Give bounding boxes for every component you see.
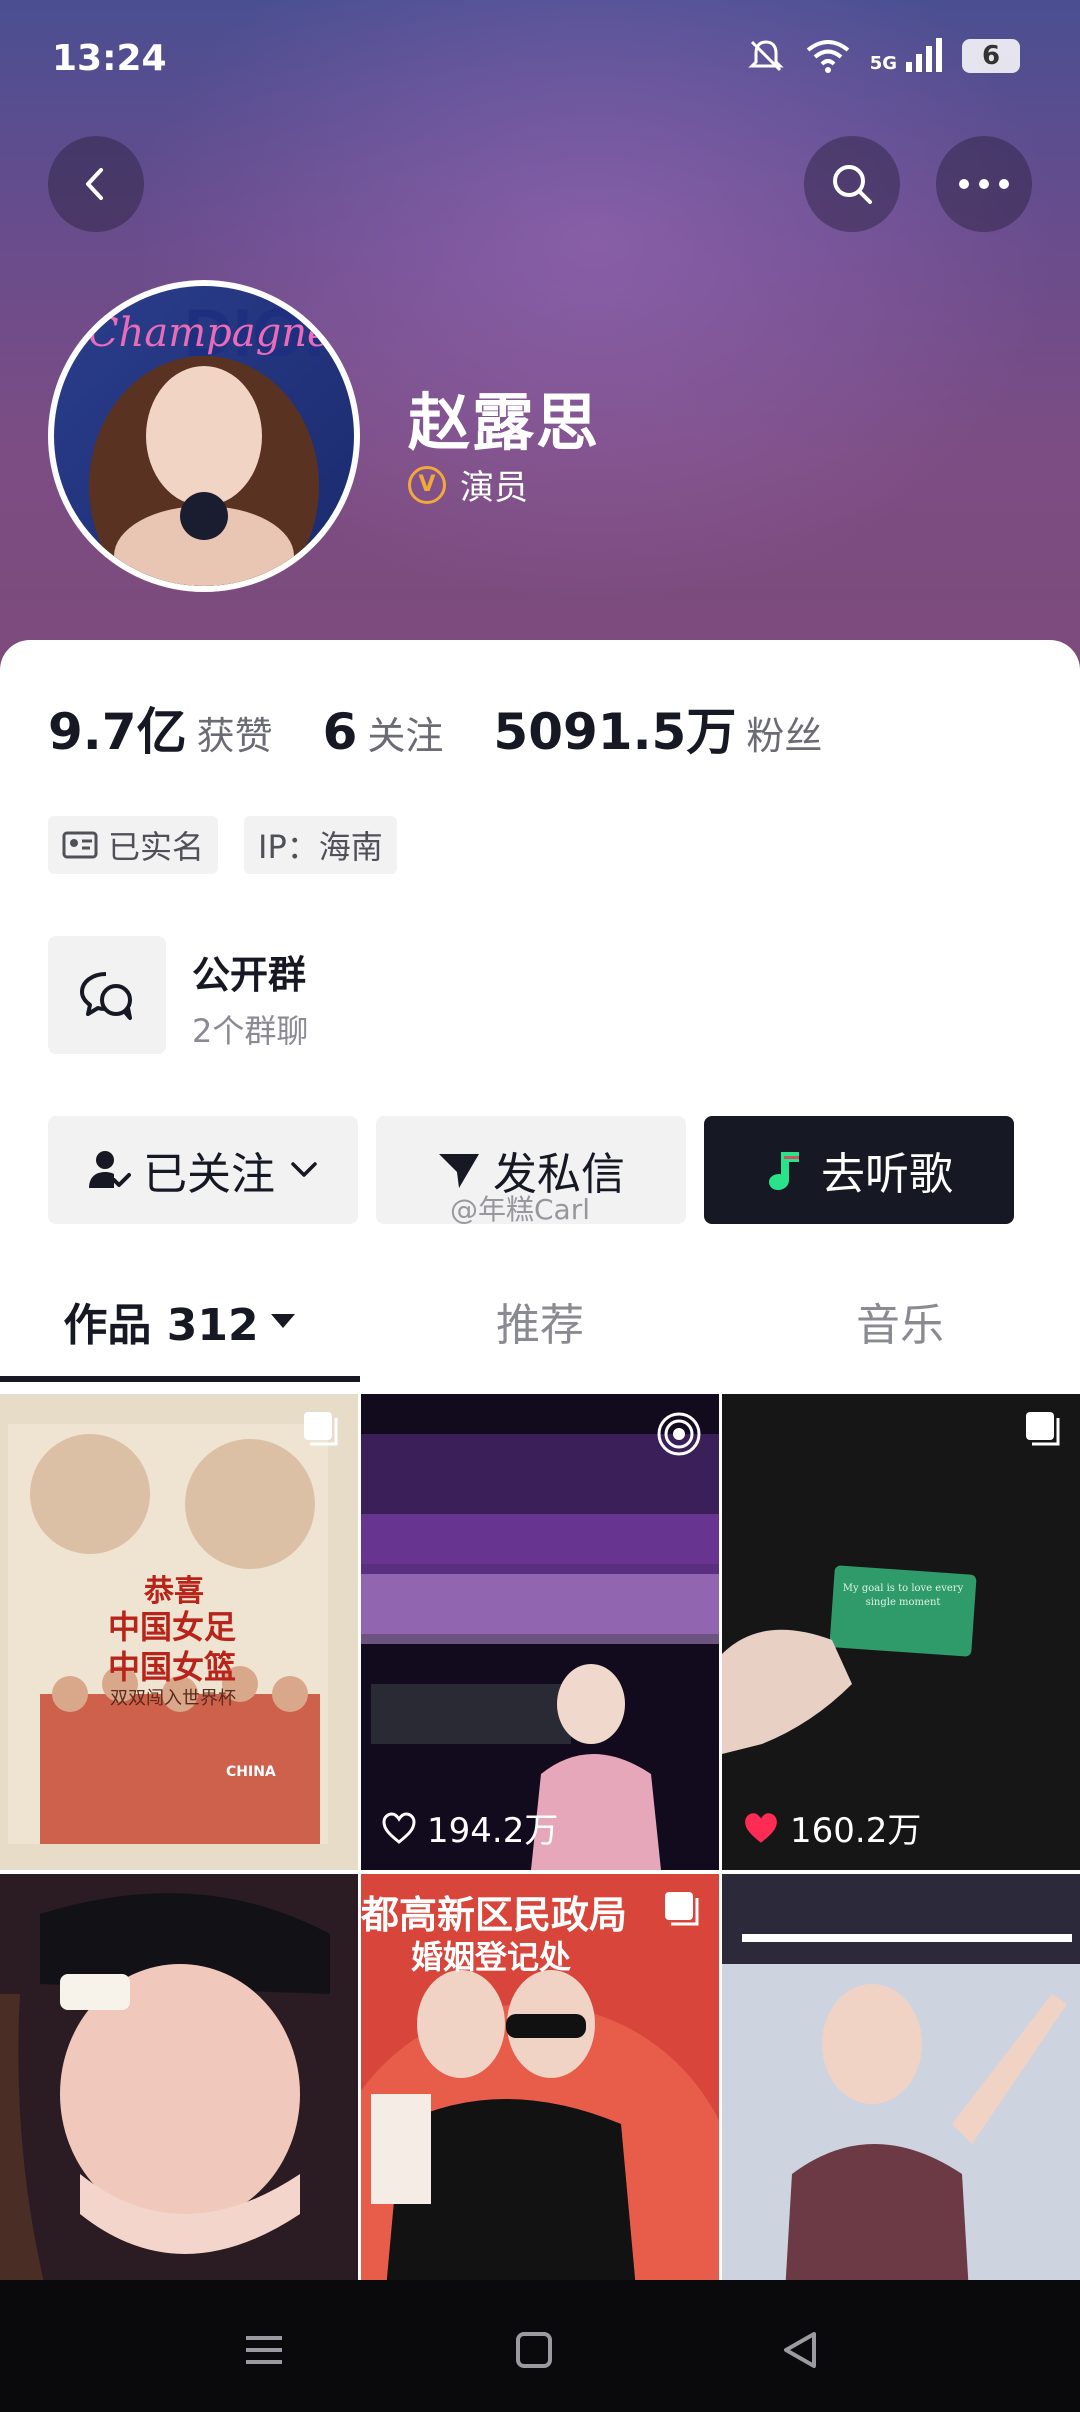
signal-icon	[906, 38, 942, 72]
multi-image-icon	[665, 1892, 699, 1926]
status-icons: 5G 6	[746, 36, 1020, 76]
avatar-caption: Champagne	[88, 310, 331, 356]
building-sign-text-2: 婚姻登记处	[411, 1938, 572, 1976]
heart-outline-icon	[382, 1811, 416, 1844]
stats-row: 9.7亿 获赞 6 关注 5091.5万 粉丝	[48, 692, 872, 764]
likes-label: 获赞	[196, 714, 273, 758]
search-button[interactable]	[804, 136, 900, 232]
system-navigation-bar	[0, 2280, 1080, 2412]
group-title[interactable]: 公开群	[192, 944, 306, 999]
likes-count: 9.7亿	[48, 703, 187, 761]
more-dots-icon	[959, 179, 1009, 189]
id-card-icon	[62, 831, 98, 859]
video-thumbnail[interactable]: My goal is to love every single moment 1…	[722, 1394, 1080, 1870]
tab-music[interactable]: 音乐	[720, 1262, 1080, 1380]
like-count: 160.2万	[742, 1803, 921, 1852]
more-button[interactable]	[936, 136, 1032, 232]
profile-card: 9.7亿 获赞 6 关注 5091.5万 粉丝 已实名 IP：海南 公开群 2个…	[0, 640, 1080, 2344]
active-tab-indicator	[0, 1376, 360, 1382]
profile-role: 演员	[460, 468, 528, 508]
music-note-icon	[769, 1152, 799, 1190]
nav-back-button[interactable]	[770, 2320, 830, 2380]
video-thumbnail[interactable]	[0, 1874, 358, 2344]
card-text: My goal is to love every single moment	[842, 1583, 964, 1608]
video-thumbnail[interactable]	[722, 1874, 1080, 2344]
triangle-back-icon	[784, 2332, 816, 2368]
live-icon	[657, 1412, 701, 1456]
video-thumbnail[interactable]: 恭喜 中国女足 中国女篮 双双闯入世界杯 CHINA	[0, 1394, 358, 1870]
poster-text-basketball: 中国女篮	[108, 1648, 237, 1686]
avatar[interactable]: DIOR Champagne	[48, 280, 360, 592]
group-chat-button[interactable]	[48, 936, 166, 1054]
listen-music-button[interactable]: 去听歌	[704, 1116, 1014, 1224]
chevron-down-icon	[291, 1162, 317, 1177]
real-name-chip: 已实名	[48, 816, 219, 874]
following-label[interactable]: 关注	[367, 705, 443, 760]
profile-name: 赵露思	[408, 386, 601, 459]
caret-down-icon	[270, 1314, 295, 1328]
battery-indicator: 6	[962, 39, 1020, 73]
following-count[interactable]: 6	[323, 703, 358, 761]
nav-recents-button[interactable]	[234, 2320, 294, 2380]
like-count: 194.2万	[381, 1803, 558, 1852]
verified-badge-icon: V	[408, 465, 446, 504]
tab-works[interactable]: 作品 312	[0, 1262, 360, 1380]
mute-icon	[748, 40, 784, 72]
network-type: 5G	[870, 38, 944, 74]
user-check-icon	[89, 1151, 131, 1188]
send-icon	[439, 1154, 479, 1188]
followers-label[interactable]: 粉丝	[746, 705, 822, 760]
home-square-icon	[516, 2332, 552, 2368]
search-icon	[833, 165, 872, 204]
poster-text-worldcup: 双双闯入世界杯	[110, 1688, 236, 1709]
followers-count[interactable]: 5091.5万	[493, 692, 736, 764]
building-sign-text: 都高新区民政局	[361, 1893, 628, 1937]
video-thumbnail[interactable]: 194.2万	[361, 1394, 719, 1870]
multi-image-icon	[304, 1412, 338, 1446]
wifi-icon	[806, 40, 849, 73]
nav-home-button[interactable]	[504, 2320, 564, 2380]
ip-chip: IP：海南	[244, 816, 397, 874]
chat-bubbles-icon	[80, 972, 132, 1020]
group-subtitle: 2个群聊	[192, 1012, 309, 1050]
back-button[interactable]	[48, 136, 144, 232]
video-thumbnail[interactable]: 都高新区民政局 婚姻登记处	[361, 1874, 719, 2344]
menu-icon	[246, 2336, 282, 2364]
heart-filled-icon	[745, 1812, 777, 1843]
watermark: @年糕Carl	[450, 1193, 591, 1226]
multi-image-icon	[1026, 1412, 1060, 1446]
verification-row: V 演员	[408, 460, 528, 509]
profile-tabs: 作品 312 推荐 音乐	[0, 1262, 1080, 1382]
tab-recommended[interactable]: 推荐	[360, 1262, 720, 1380]
chevron-left-icon	[86, 168, 103, 200]
status-time: 13:24	[52, 38, 167, 79]
avatar-image: DIOR Champagne	[54, 286, 354, 586]
following-button[interactable]: 已关注	[48, 1116, 358, 1224]
poster-jersey-text: CHINA	[226, 1764, 276, 1780]
status-bar: 13:24 5G 6	[0, 0, 1080, 120]
